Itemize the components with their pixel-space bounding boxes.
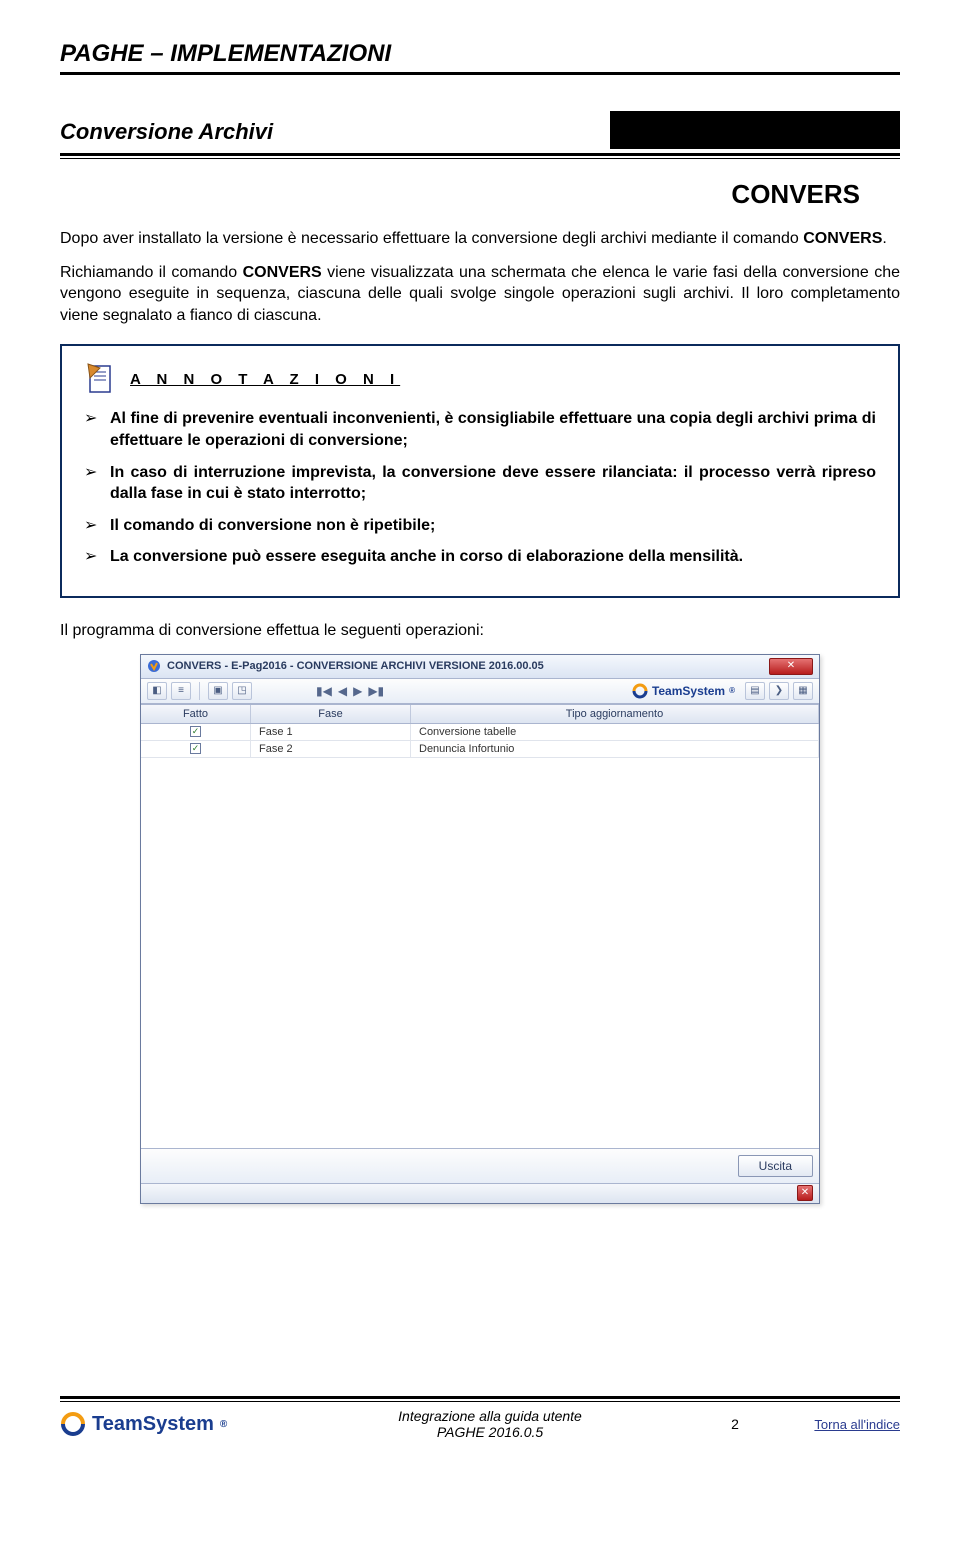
exit-button[interactable]: Uscita [738,1155,813,1177]
brand-text: TeamSystem [652,684,725,698]
table-row: ✓ Fase 1 Conversione tabelle [141,724,819,741]
paragraph-3: Il programma di conversione effettua le … [60,620,900,642]
toolbar-button[interactable]: ◧ [147,682,167,700]
separator [199,682,200,700]
column-header: Tipo aggiornamento [411,705,819,723]
section-subtitle: Conversione Archivi [60,111,610,149]
window-statusbar: ✕ [141,1183,819,1203]
list-item: La conversione può essere eseguita anche… [84,546,876,568]
nav-first-icon[interactable]: ▮◀ [316,684,332,698]
footer-line1: Integrazione alla guida utente [280,1408,700,1424]
black-box-decor [610,111,900,149]
back-to-index-link[interactable]: Torna all'indice [770,1417,900,1432]
column-header: Fase [251,705,411,723]
app-window: CONVERS - E-Pag2016 - CONVERSIONE ARCHIV… [140,654,820,1204]
nav-next-icon[interactable]: ▶ [353,684,362,698]
nav-prev-icon[interactable]: ◀ [338,684,347,698]
page-title: PAGHE – IMPLEMENTAZIONI [60,40,900,75]
close-button[interactable]: ✕ [769,658,813,675]
page-number: 2 [700,1416,770,1432]
paragraph-2: Richiamando il comando CONVERS viene vis… [60,262,900,327]
annotations-box: A N N O T A Z I O N I Al fine di preveni… [60,344,900,598]
app-icon [147,659,161,673]
toolbar-button[interactable]: ❯ [769,682,789,700]
window-title: CONVERS - E-Pag2016 - CONVERSIONE ARCHIV… [167,660,769,672]
cell: Fase 2 [251,741,411,757]
brand-logo: TeamSystem® [626,683,741,699]
note-icon [84,362,118,396]
footer-center: Integrazione alla guida utente PAGHE 201… [280,1408,700,1440]
window-titlebar: CONVERS - E-Pag2016 - CONVERSIONE ARCHIV… [141,655,819,679]
toolbar-button[interactable]: ◳ [232,682,252,700]
cell: Fase 1 [251,724,411,740]
checkbox-checked-icon: ✓ [190,743,201,754]
footer-line2: PAGHE 2016.0.5 [280,1424,700,1440]
table: Fatto Fase Tipo aggiornamento ✓ Fase 1 C… [141,704,819,1148]
annotations-title: A N N O T A Z I O N I [130,371,400,388]
annotations-list: Al fine di prevenire eventuali inconveni… [84,408,876,568]
text: Dopo aver installato la versione è neces… [60,230,803,247]
table-body-empty [141,758,819,1148]
toolbar-button[interactable]: ▣ [208,682,228,700]
hr-thick [60,153,900,156]
list-item: In caso di interruzione imprevista, la c… [84,462,876,505]
hr-thin [60,158,900,159]
window-toolbar: ◧ ≡ ▣ ◳ ▮◀ ◀ ▶ ▶▮ TeamSystem® ▤ ❯ ▦ [141,679,819,704]
checkbox-checked-icon: ✓ [190,726,201,737]
text: Richiamando il comando [60,264,243,281]
cell: Conversione tabelle [411,724,819,740]
page-footer: TeamSystem® Integrazione alla guida uten… [60,1396,900,1440]
cell: Denuncia Infortunio [411,741,819,757]
section-label: CONVERS [60,179,900,210]
close-icon[interactable]: ✕ [797,1185,813,1201]
column-header: Fatto [141,705,251,723]
table-header: Fatto Fase Tipo aggiornamento [141,705,819,724]
footer-brand-text: TeamSystem [92,1413,214,1436]
text-bold: CONVERS [243,264,322,281]
text-bold: CONVERS [803,230,882,247]
text: . [882,230,886,247]
toolbar-button[interactable]: ≡ [171,682,191,700]
footer-logo: TeamSystem® [60,1411,280,1437]
list-item: Il comando di conversione non è ripetibi… [84,515,876,537]
paragraph-1: Dopo aver installato la versione è neces… [60,228,900,250]
toolbar-button[interactable]: ▤ [745,682,765,700]
toolbar-button[interactable]: ▦ [793,682,813,700]
table-row: ✓ Fase 2 Denuncia Infortunio [141,741,819,758]
window-footer: Uscita [141,1148,819,1183]
list-item: Al fine di prevenire eventuali inconveni… [84,408,876,451]
nav-last-icon[interactable]: ▶▮ [368,684,384,698]
